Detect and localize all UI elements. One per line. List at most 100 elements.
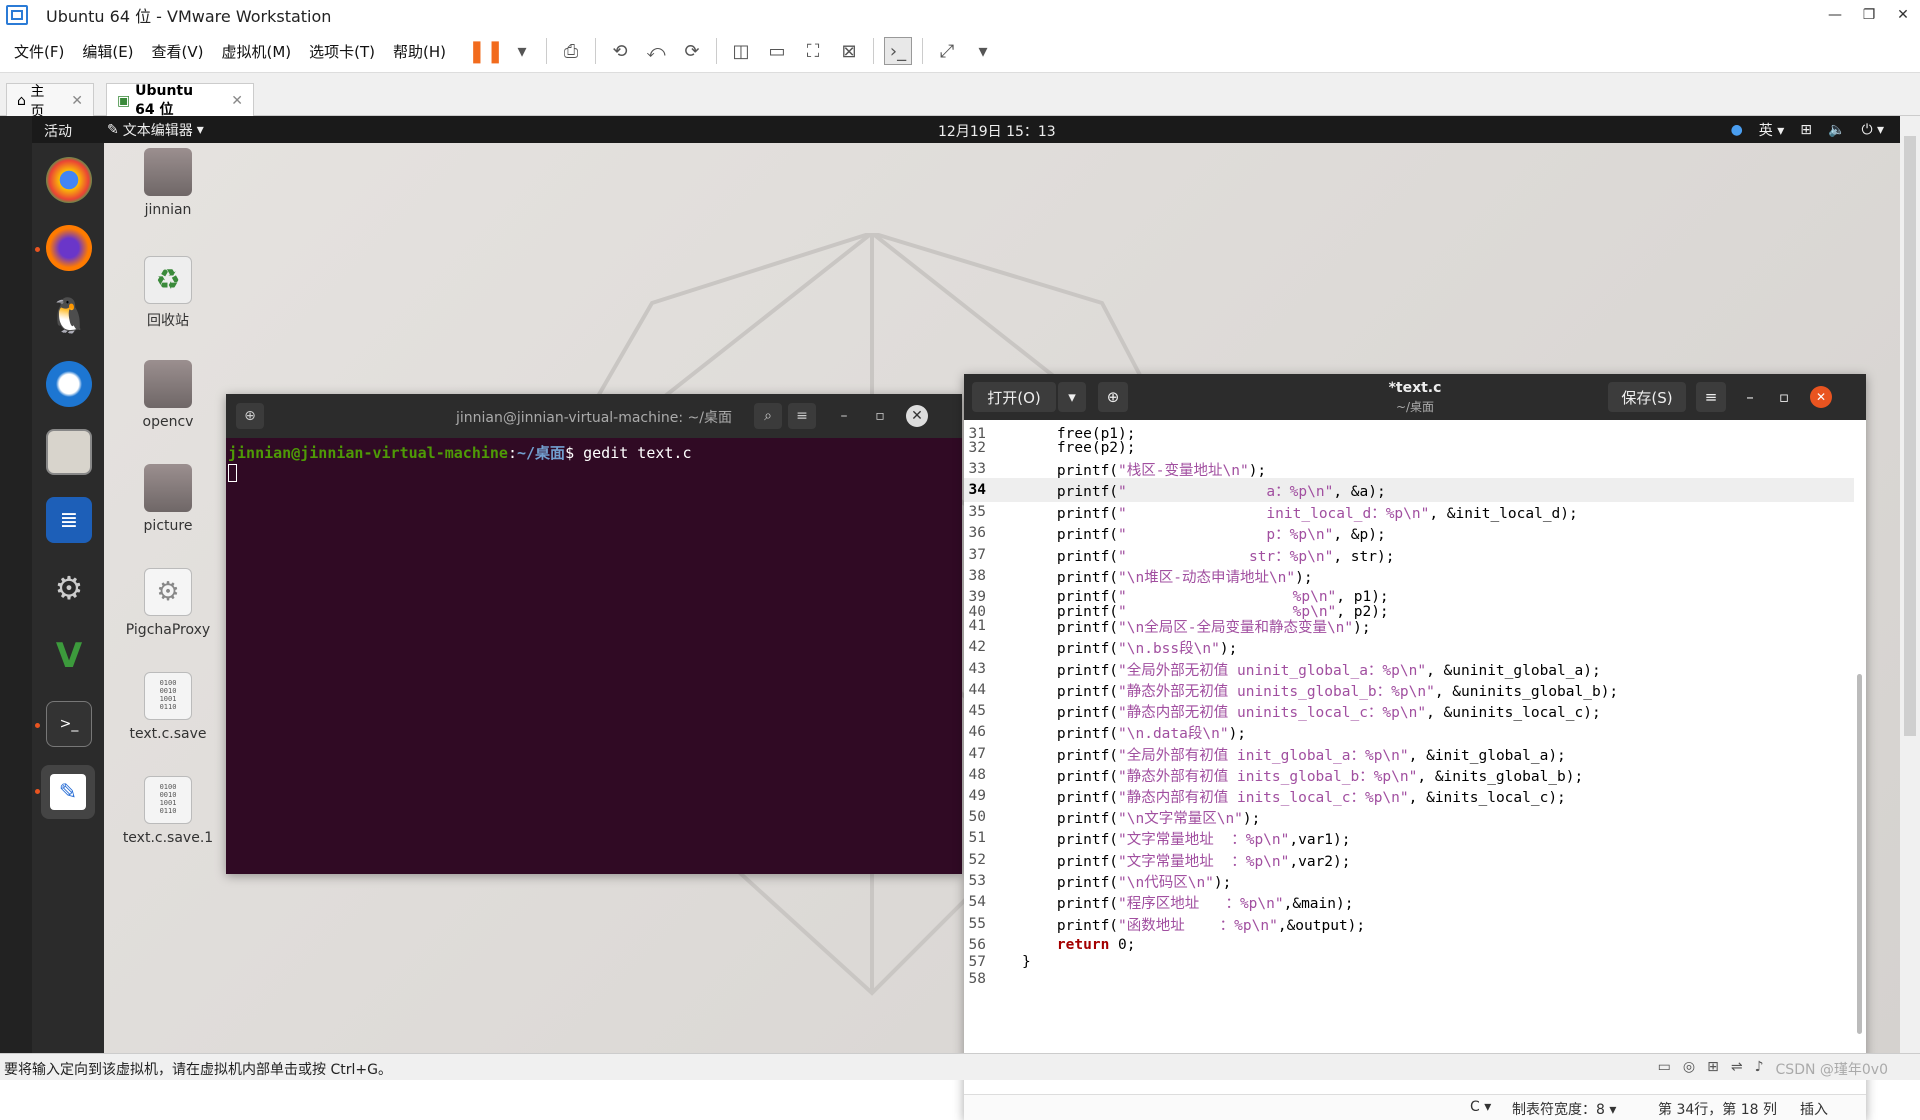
text-editor-icon[interactable]: ✎ <box>41 765 95 819</box>
desktop-icon-label: PigchaProxy <box>125 622 211 638</box>
usb-icon[interactable]: ⇌ <box>1731 1059 1743 1079</box>
firefox-icon[interactable] <box>46 225 92 271</box>
minimize-button[interactable]: — <box>1818 0 1852 30</box>
pause-icon[interactable]: ❚❚ <box>468 37 505 65</box>
stretch-icon[interactable]: ⤢ <box>933 37 961 65</box>
terminal-cursor <box>228 463 237 482</box>
gedit-window[interactable]: 打开(O) ▾ ⊕ *text.c ~/桌面 保存(S) ≡ – ▫ ✕ 31 … <box>964 374 1866 1120</box>
command-text: $ gedit text.c <box>565 444 692 462</box>
chrome-icon[interactable] <box>46 157 92 203</box>
tab-home[interactable]: ⌂ 主页 ✕ <box>6 83 94 120</box>
thunderbird-icon[interactable] <box>46 361 92 407</box>
trash-icon: ♻ <box>144 256 192 304</box>
close-icon[interactable]: ✕ <box>1810 386 1832 408</box>
desktop-icon-label: jinnian <box>144 202 192 218</box>
hamburger-menu-icon[interactable]: ≡ <box>1696 382 1726 412</box>
close-icon[interactable]: ✕ <box>906 405 928 427</box>
terminal-window[interactable]: ⊕ jinnian@jinnian-virtual-machine: ~/桌面 … <box>226 394 962 874</box>
send-ctrl-alt-del-icon[interactable]: ⎙ <box>557 37 585 65</box>
close-button[interactable]: ✕ <box>1886 0 1920 30</box>
hamburger-menu-icon[interactable]: ≡ <box>788 403 816 429</box>
minimize-icon[interactable]: – <box>830 403 858 429</box>
menu-vm[interactable]: 虚拟机(M) <box>222 41 292 62</box>
desktop-icon-text-c-save-1[interactable]: 0100 0010 1001 0110 text.c.save.1 <box>118 776 218 846</box>
desktop-icon-opencv[interactable]: opencv <box>118 360 218 430</box>
code-line[interactable]: 54 printf("程序区地址 ：%p\n",&main); <box>964 890 1854 914</box>
ime-indicator[interactable]: 英 ▾ <box>1759 120 1784 140</box>
maximize-icon[interactable]: ▫ <box>866 403 894 429</box>
terminal-icon[interactable]: >_ <box>46 701 92 747</box>
snapshot-manager-icon[interactable]: ⟳ <box>678 37 706 65</box>
menu-help[interactable]: 帮助(H) <box>393 41 446 62</box>
thumbnail-icon[interactable]: ▭ <box>763 37 791 65</box>
code-editor[interactable]: 31 free(p1); 32 free(p2); 33 printf("栈区-变量… <box>964 420 1866 1094</box>
unity-icon[interactable]: ⊠ <box>835 37 863 65</box>
network-icon[interactable]: ⊞ <box>1800 122 1812 138</box>
stretch-dropdown-icon[interactable]: ▾ <box>969 37 997 65</box>
code-line[interactable]: 58 <box>964 967 1854 991</box>
vm-scrollbar[interactable] <box>1900 116 1920 1053</box>
fullscreen-icon[interactable]: ⛶ <box>799 37 827 65</box>
terminal-content[interactable]: jinnian@jinnian-virtual-machine:~/桌面$ ge… <box>226 438 962 486</box>
cursor-position[interactable]: 第 34行，第 18 列 <box>1658 1099 1777 1119</box>
sound-icon[interactable]: ♪ <box>1755 1059 1764 1079</box>
desktop-icon-trash[interactable]: ♻ 回收站 <box>118 256 218 330</box>
app-menu[interactable]: ✎ 文本编辑器 ▾ <box>107 120 204 140</box>
line-number: 58 <box>968 971 986 987</box>
menu-tabs[interactable]: 选项卡(T) <box>309 41 375 62</box>
cd-icon[interactable]: ◎ <box>1683 1059 1695 1079</box>
language-selector[interactable]: C ▾ <box>1470 1099 1491 1115</box>
line-number: 45 <box>968 703 986 719</box>
folder-icon <box>144 360 192 408</box>
save-button[interactable]: 保存(S) <box>1608 382 1686 412</box>
qq-icon[interactable]: 🐧 <box>46 293 92 339</box>
menu-edit[interactable]: 编辑(E) <box>82 41 133 62</box>
tab-ubuntu[interactable]: ▣ Ubuntu 64 位 ✕ <box>106 83 254 118</box>
line-text: printf("\n全局区-全局变量和静态变量\n"); <box>1022 619 1371 636</box>
code-line[interactable]: 46 printf("\n.data段\n"); <box>964 720 1854 744</box>
close-icon[interactable]: ✕ <box>71 93 83 109</box>
desktop-icon-pigchaproxy[interactable]: ⚙ PigchaProxy <box>118 568 218 638</box>
dropdown-icon[interactable]: ▾ <box>508 37 536 65</box>
vim-icon[interactable]: V <box>46 633 92 679</box>
clock[interactable]: 12月19日 15：13 <box>938 121 1056 141</box>
restore-button[interactable]: ❐ <box>1852 0 1886 30</box>
volume-icon[interactable]: 🔈 <box>1828 122 1845 138</box>
tab-width-selector[interactable]: 制表符宽度：8 ▾ <box>1512 1099 1616 1119</box>
desktop-icon-jinnian[interactable]: jinnian <box>118 148 218 218</box>
line-text: printf("文字常量地址 ：%p\n",var1); <box>1022 831 1351 848</box>
code-line[interactable]: 36 printf(" p：%p\n", &p); <box>964 521 1854 545</box>
network-icon[interactable]: ⊞ <box>1707 1059 1719 1079</box>
line-text: printf("静态内部有初值 inits_local_c：%p\n", &in… <box>1022 789 1566 806</box>
code-line[interactable]: 42 printf("\n.bss段\n"); <box>964 635 1854 659</box>
desktop-icon-label: picture <box>143 518 193 534</box>
search-icon[interactable]: ⌕ <box>754 403 782 429</box>
guest-display[interactable]: 活动 ✎ 文本编辑器 ▾ 12月19日 15：13 ● 英 ▾ ⊞ 🔈 ⏻ ▾ 🐧 <box>0 116 1920 1120</box>
vm-icon: ▣ <box>117 92 136 109</box>
library-icon[interactable]: ◫ <box>727 37 755 65</box>
code-line[interactable]: 34 printf(" a：%p\n", &a); <box>964 478 1854 502</box>
menu-file[interactable]: 文件(F) <box>14 41 64 62</box>
activities-button[interactable]: 活动 <box>44 121 72 141</box>
binary-file-icon: 0100 0010 1001 0110 <box>144 776 192 824</box>
snapshot-icon[interactable]: ⟲ <box>606 37 634 65</box>
console-icon[interactable]: ›_ <box>884 37 913 65</box>
desktop-icon-text-c-save[interactable]: 0100 0010 1001 0110 text.c.save <box>118 672 218 742</box>
code-line[interactable]: 51 printf("文字常量地址 ：%p\n",var1); <box>964 826 1854 850</box>
revert-snapshot-icon[interactable]: ⤺ <box>642 37 670 65</box>
desktop-icon-picture[interactable]: picture <box>118 464 218 534</box>
line-text: printf("\n代码区\n"); <box>1022 874 1232 891</box>
maximize-icon[interactable]: ▫ <box>1770 382 1798 412</box>
close-icon[interactable]: ✕ <box>231 93 243 109</box>
writer-icon[interactable]: ≣ <box>46 497 92 543</box>
menu-view[interactable]: 查看(V) <box>152 41 204 62</box>
power-icon[interactable]: ⏻ ▾ <box>1861 122 1884 138</box>
settings-icon[interactable]: ⚙ <box>46 565 92 611</box>
minimize-icon[interactable]: – <box>1736 382 1764 412</box>
line-text: printf("静态外部有初值 inits_global_b：%p\n", &i… <box>1022 768 1584 785</box>
hdd-icon[interactable]: ▭ <box>1658 1059 1671 1079</box>
folder-icon <box>144 464 192 512</box>
chrome-tray-icon[interactable]: ● <box>1731 122 1743 138</box>
files-icon[interactable] <box>46 429 92 475</box>
editor-scrollbar[interactable] <box>1857 674 1862 1034</box>
